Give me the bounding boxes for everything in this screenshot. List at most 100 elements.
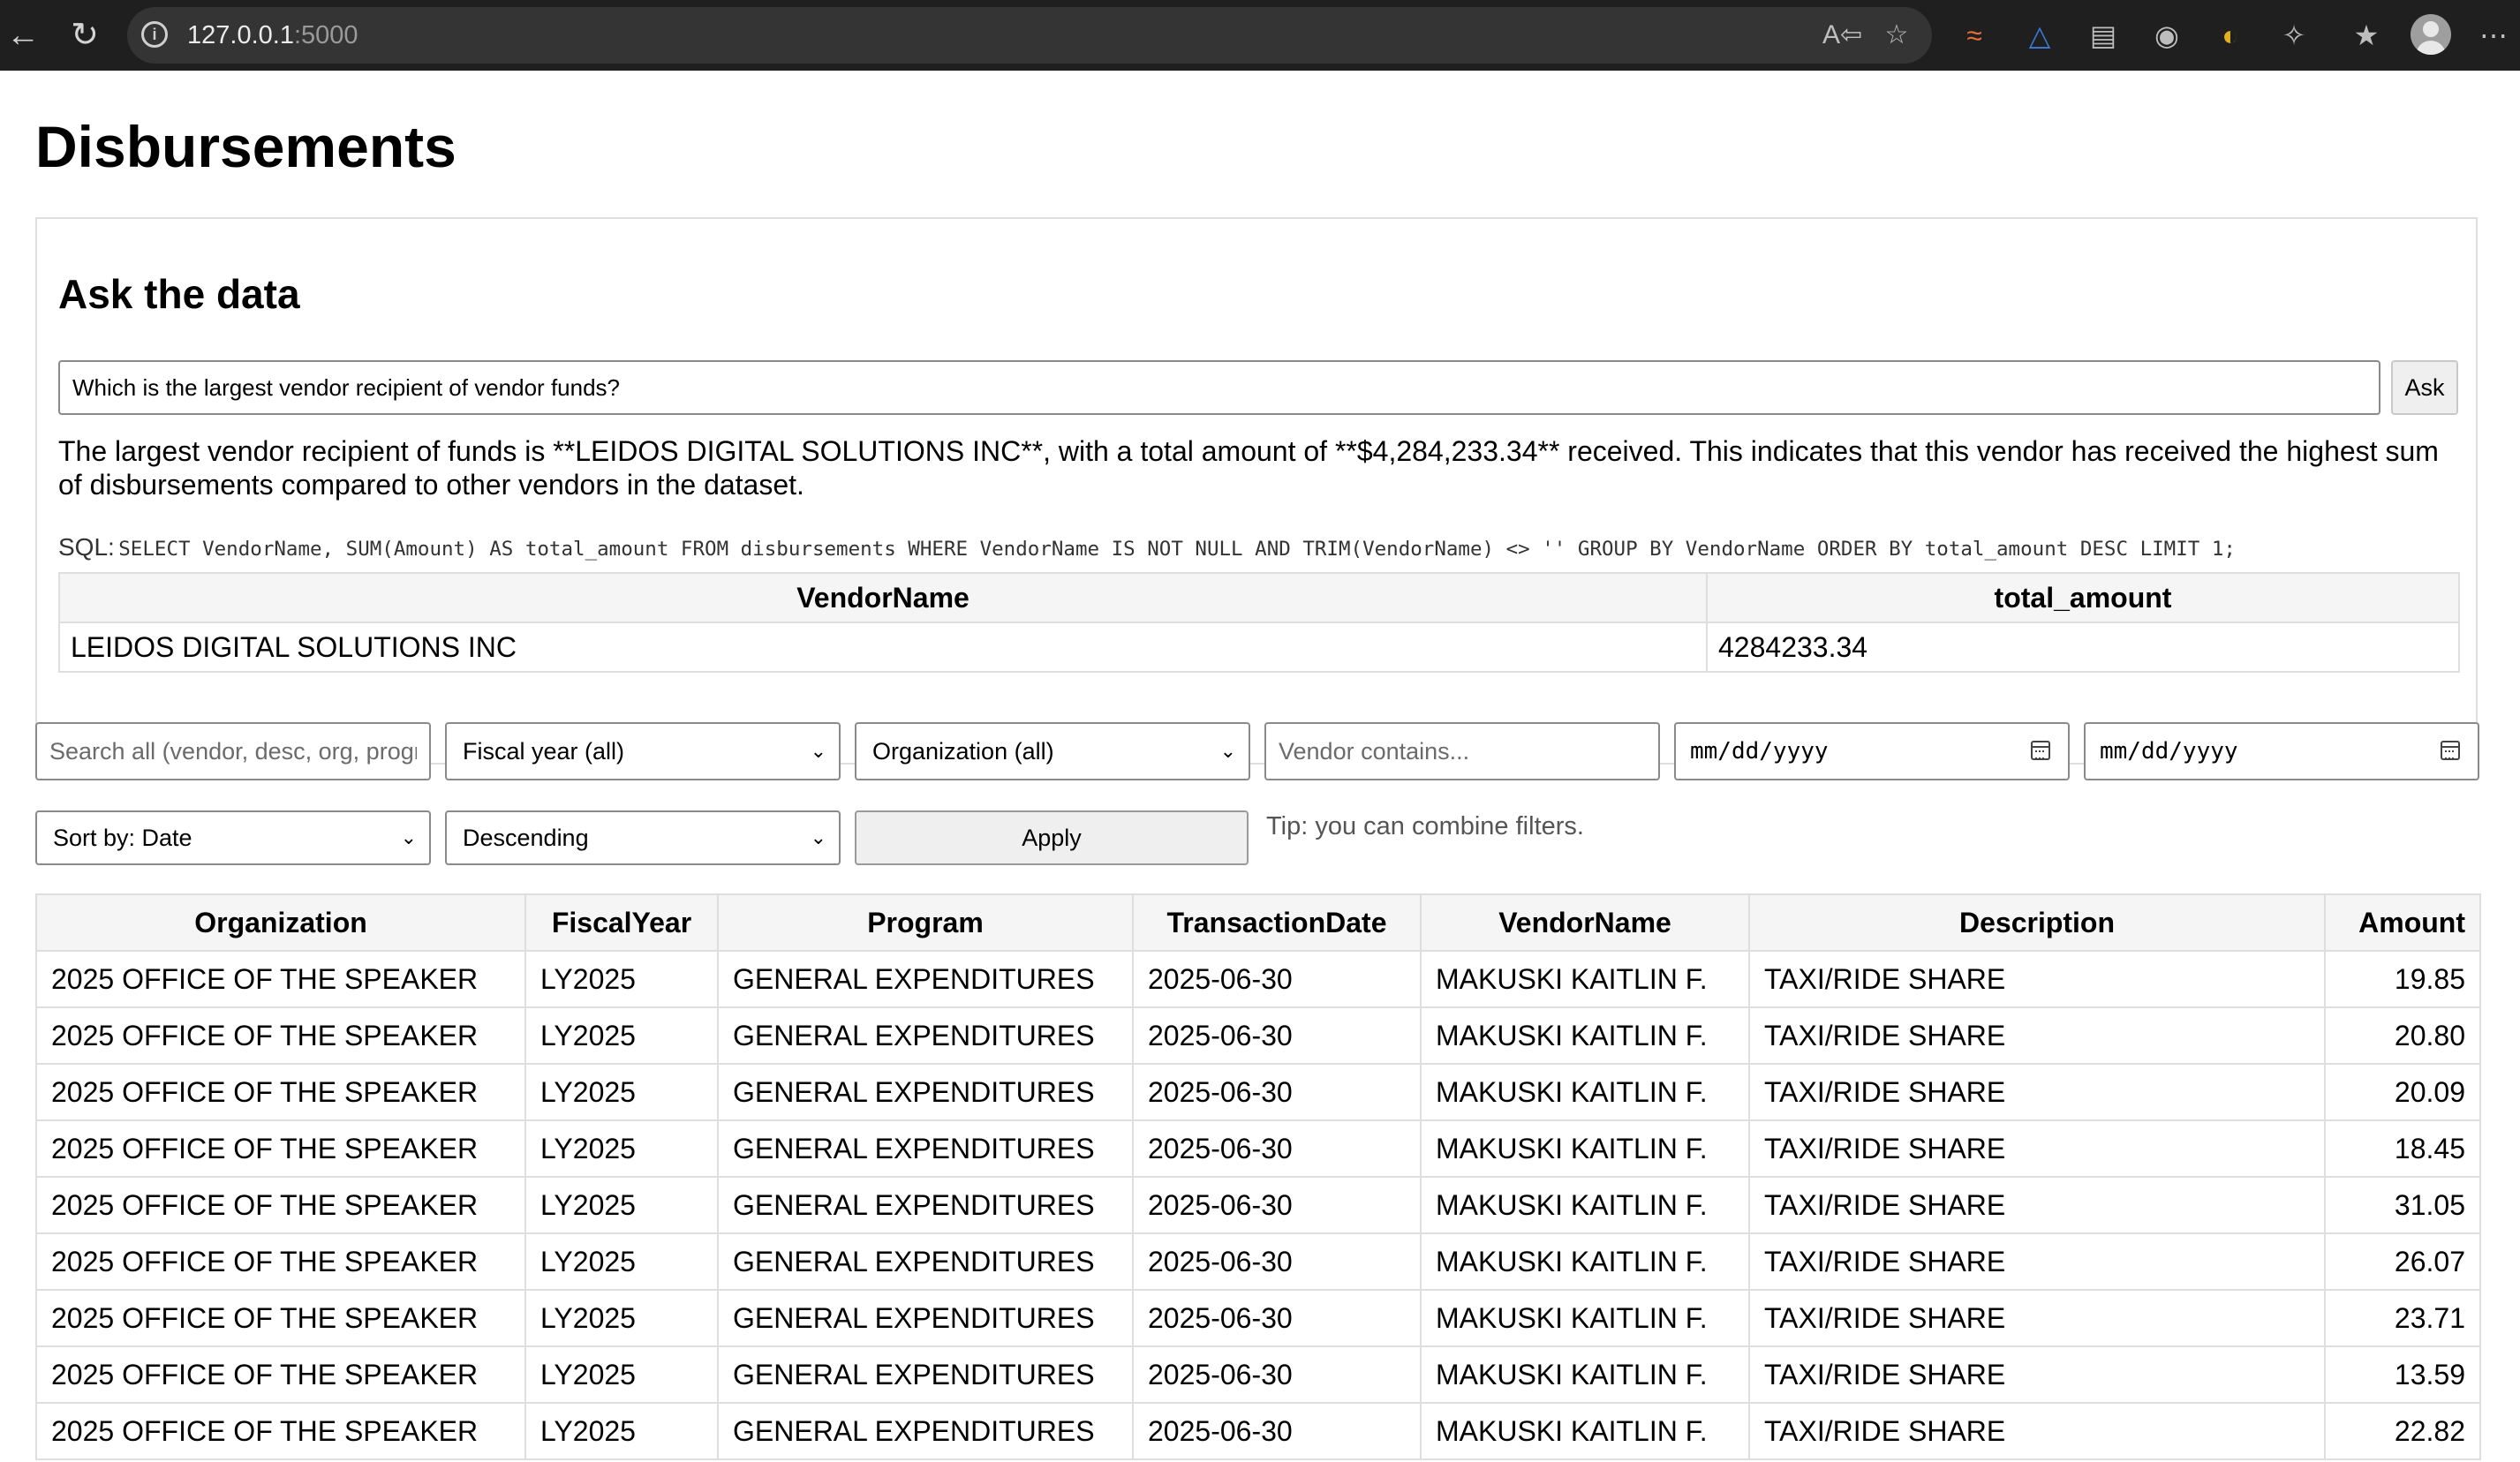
table-cell: LY2025 [524,1345,719,1404]
column-header[interactable]: VendorName [1420,893,1750,952]
table-cell: GENERAL EXPENDITURES [717,1345,1134,1404]
sql-line: SQL: SELECT VendorName, SUM(Amount) AS t… [58,533,2460,561]
back-icon[interactable]: ← [0,11,46,60]
table-cell: 2025-06-30 [1132,1063,1422,1121]
column-header[interactable]: Amount [2324,893,2481,952]
column-header[interactable]: TransactionDate [1132,893,1422,952]
table-row: 2025 OFFICE OF THE SPEAKER LY2025 GENERAL … [35,1345,2481,1404]
screenshot-extension-icon[interactable]: ▤ [2082,14,2124,57]
site-info-icon[interactable]: i [141,21,168,48]
table-row: 2025 OFFICE OF THE SPEAKER LY2025 GENERAL … [35,950,2481,1008]
table-cell: LY2025 [524,1119,719,1178]
table-cell: 19.85 [2324,950,2481,1008]
table-cell: GENERAL EXPENDITURES [717,1176,1134,1234]
page-title: Disbursements [35,114,456,179]
triangle-extension-icon[interactable]: △ [2018,14,2061,57]
result-header: VendorName [58,572,1708,623]
puzzle-icon[interactable]: ✧ [2273,14,2315,57]
table-cell: 2025-06-30 [1132,950,1422,1008]
result-table: VendorName total_amount LEIDOS DIGITAL S… [58,572,2460,673]
vendor-contains-input[interactable] [1264,722,1660,780]
table-cell: LY2025 [524,1232,719,1291]
ask-panel: Ask the data Ask The largest vendor reci… [35,217,2478,765]
table-cell: 2025 OFFICE OF THE SPEAKER [35,1345,526,1404]
table-cell: LY2025 [524,1402,719,1460]
sql-code: SELECT VendorName, SUM(Amount) AS total_… [118,538,2236,561]
table-cell: GENERAL EXPENDITURES [717,1232,1134,1291]
result-header: total_amount [1706,572,2460,623]
table-cell: 26.07 [2324,1232,2481,1291]
table-row: 2025 OFFICE OF THE SPEAKER LY2025 GENERAL … [35,1119,2481,1178]
table-cell: LY2025 [524,1176,719,1234]
table-cell: GENERAL EXPENDITURES [717,1063,1134,1121]
table-cell: GENERAL EXPENDITURES [717,1402,1134,1460]
fiscal-year-select[interactable]: Fiscal year (all) ⌄ [445,722,841,780]
browser-toolbar: ← ↻ i 127.0.0.1:5000 A⇦ ☆ ≈ △ ▤ ◉ ◐ ✧ ★ … [0,0,2520,71]
sort-by-select[interactable]: Sort by: Date ⌄ [35,810,431,865]
table-cell: 2025-06-30 [1132,1345,1422,1404]
table-cell: TAXI/RIDE SHARE [1748,1289,2326,1347]
organization-select[interactable]: Organization (all) ⌄ [855,722,1250,780]
date-to-value: mm/dd/yyyy [2100,738,2238,765]
chevron-down-icon: ⌄ [810,826,826,848]
answer-text: The largest vendor recipient of funds is… [58,435,2439,501]
table-cell: 2025-06-30 [1132,1006,1422,1065]
column-header[interactable]: FiscalYear [524,893,719,952]
table-cell: 2025 OFFICE OF THE SPEAKER [35,1006,526,1065]
table-cell: MAKUSKI KAITLIN F. [1420,1289,1750,1347]
rainbow-extension-icon[interactable]: ≈ [1953,14,1996,57]
table-cell: 2025 OFFICE OF THE SPEAKER [35,1289,526,1347]
chevron-down-icon: ⌄ [810,740,826,762]
calendar-icon[interactable] [2031,741,2050,760]
column-header[interactable]: Organization [35,893,526,952]
table-cell: GENERAL EXPENDITURES [717,1006,1134,1065]
question-input[interactable] [58,360,2380,415]
fiscal-year-value: Fiscal year (all) [463,738,625,765]
column-header[interactable]: Description [1748,893,2326,952]
profile-avatar[interactable] [2411,14,2451,55]
sort-by-value: Sort by: Date [53,825,192,851]
table-cell: 2025 OFFICE OF THE SPEAKER [35,1176,526,1234]
result-row: LEIDOS DIGITAL SOLUTIONS INC 4284233.34 [58,622,2460,673]
date-to-input[interactable]: mm/dd/yyyy [2084,722,2479,780]
table-cell: TAXI/RIDE SHARE [1748,1345,2326,1404]
table-row: 2025 OFFICE OF THE SPEAKER LY2025 GENERAL … [35,1006,2481,1065]
link-extension-icon[interactable]: ◉ [2146,14,2188,57]
organization-value: Organization (all) [872,738,1054,765]
chevron-down-icon: ⌄ [1219,740,1236,762]
date-from-input[interactable]: mm/dd/yyyy [1674,722,2070,780]
table-header-row: Organization FiscalYear Program Transact… [35,893,2481,952]
search-all-input[interactable] [35,722,431,780]
favorite-star-icon[interactable]: ☆ [1879,18,1914,53]
color-picker-extension-icon[interactable]: ◐ [2209,14,2252,57]
table-cell: 2025-06-30 [1132,1402,1422,1460]
table-cell: TAXI/RIDE SHARE [1748,1063,2326,1121]
ask-button[interactable]: Ask [2391,360,2458,415]
table-cell: MAKUSKI KAITLIN F. [1420,1232,1750,1291]
table-cell: 2025 OFFICE OF THE SPEAKER [35,950,526,1008]
address-bar[interactable]: i 127.0.0.1:5000 A⇦ ☆ [127,7,1932,64]
table-cell: GENERAL EXPENDITURES [717,1289,1134,1347]
table-row: 2025 OFFICE OF THE SPEAKER LY2025 GENERAL … [35,1402,2481,1460]
table-cell: GENERAL EXPENDITURES [717,1119,1134,1178]
calendar-icon[interactable] [2441,741,2460,760]
more-menu-icon[interactable]: ⋯ [2472,14,2515,57]
table-cell: 2025 OFFICE OF THE SPEAKER [35,1232,526,1291]
result-cell: LEIDOS DIGITAL SOLUTIONS INC [58,622,1708,673]
page-content: Disbursements Ask the data Ask The large… [0,71,2520,1462]
table-row: 2025 OFFICE OF THE SPEAKER LY2025 GENERAL … [35,1063,2481,1121]
reload-icon[interactable]: ↻ [62,11,108,60]
table-cell: 2025 OFFICE OF THE SPEAKER [35,1063,526,1121]
ask-heading: Ask the data [58,271,300,317]
url-text[interactable]: 127.0.0.1:5000 [187,7,358,64]
read-aloud-icon[interactable]: A⇦ [1822,18,1862,53]
table-cell: TAXI/RIDE SHARE [1748,1232,2326,1291]
favorites-icon[interactable]: ★ [2345,14,2388,57]
table-cell: 13.59 [2324,1345,2481,1404]
table-cell: LY2025 [524,1006,719,1065]
order-select[interactable]: Descending ⌄ [445,810,841,865]
order-value: Descending [463,825,589,851]
column-header[interactable]: Program [717,893,1134,952]
table-cell: 22.82 [2324,1402,2481,1460]
apply-button[interactable]: Apply [855,810,1249,865]
